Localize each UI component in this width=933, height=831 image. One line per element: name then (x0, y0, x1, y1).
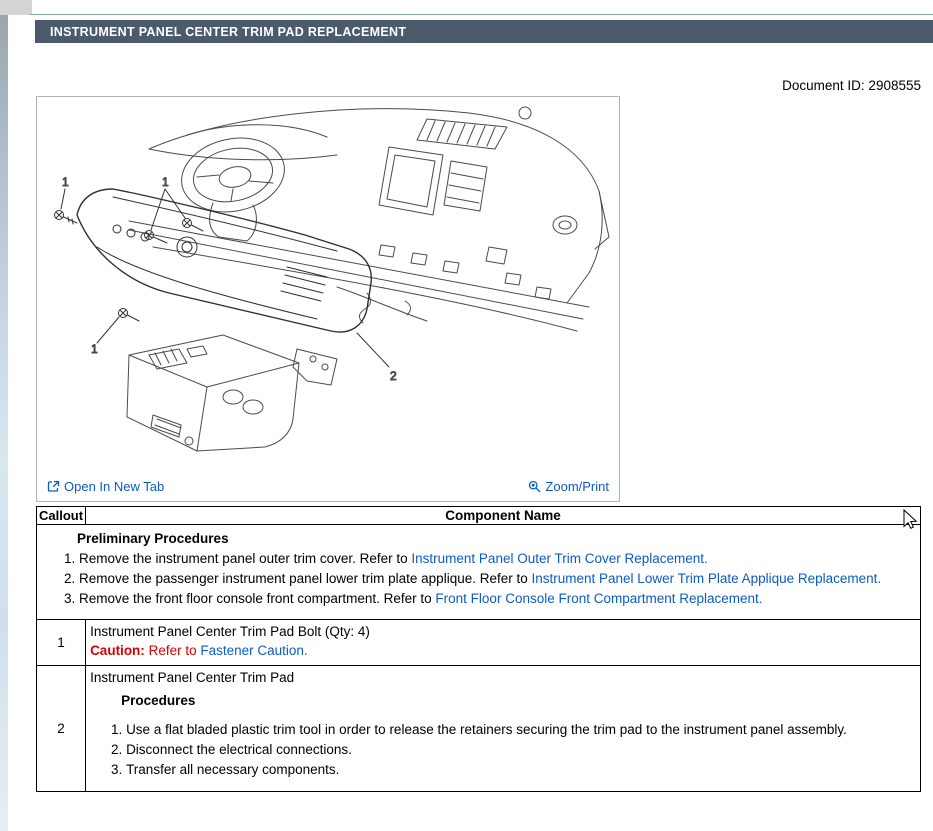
step-text: Remove the instrument panel outer trim c… (79, 551, 411, 566)
open-in-new-tab-icon (47, 480, 60, 493)
step-period: . (877, 571, 881, 586)
callout-labels: 1 1 1 2 (62, 175, 397, 383)
preliminary-row: Preliminary Procedures Remove the instru… (37, 525, 921, 620)
step-period: . (704, 551, 708, 566)
ref-link-lower-trim-plate-applique[interactable]: Instrument Panel Lower Trim Plate Appliq… (532, 571, 878, 586)
zoom-print-icon (528, 480, 541, 493)
callout-label-1a: 1 (62, 175, 69, 189)
procedures-title: Procedures (121, 693, 914, 708)
preliminary-step-3: Remove the front floor console front com… (79, 589, 912, 609)
preliminary-steps-list: Remove the instrument panel outer trim c… (45, 549, 912, 609)
callout-label-1c: 1 (91, 342, 98, 356)
title-bar: INSTRUMENT PANEL CENTER TRIM PAD REPLACE… (35, 20, 933, 43)
callout-column-header: Callout (37, 507, 86, 525)
bolt-icons (55, 211, 204, 322)
procedure-step-1: Use a flat bladed plastic trim tool in o… (126, 720, 914, 740)
callout-number-1: 1 (37, 620, 86, 666)
preliminary-step-2: Remove the passenger instrument panel lo… (79, 569, 912, 589)
caution-text: Refer to (145, 643, 201, 658)
document-id: Document ID: 2908555 (782, 78, 921, 93)
floor-console (127, 335, 337, 451)
window-edge (0, 0, 8, 831)
open-in-new-tab-label: Open In New Tab (64, 479, 164, 494)
procedures-steps-list: Use a flat bladed plastic trim tool in o… (90, 720, 914, 780)
page-title: INSTRUMENT PANEL CENTER TRIM PAD REPLACE… (50, 25, 406, 39)
step-text: Remove the passenger instrument panel lo… (79, 571, 532, 586)
figure-link-bar: Open In New Tab Zoom/Print (37, 475, 619, 501)
figure-panel: 1 1 1 2 Open In New Tab (36, 96, 620, 502)
component-row-1: 1 Instrument Panel Center Trim Pad Bolt … (37, 620, 921, 666)
dashboard-outline (149, 109, 609, 303)
component-name-trim-pad: Instrument Panel Center Trim Pad (90, 668, 914, 687)
top-divider (30, 14, 933, 15)
procedure-step-3: Transfer all necessary components. (126, 760, 914, 780)
step-text: Remove the front floor console front com… (79, 591, 435, 606)
center-stack-screen (379, 147, 577, 234)
window-corner (0, 0, 32, 15)
ref-link-outer-trim-cover[interactable]: Instrument Panel Outer Trim Cover Replac… (411, 551, 704, 566)
zoom-print-link[interactable]: Zoom/Print (528, 479, 609, 494)
ref-link-front-floor-console-compartment[interactable]: Front Floor Console Front Compartment Re… (435, 591, 758, 606)
callout-label-1b: 1 (162, 175, 169, 189)
service-manual-page: INSTRUMENT PANEL CENTER TRIM PAD REPLACE… (0, 0, 933, 831)
callout-table: Callout Component Name Preliminary Proce… (36, 506, 921, 792)
caution-period: . (304, 643, 308, 658)
procedure-step-2: Disconnect the electrical connections. (126, 740, 914, 760)
figure-canvas[interactable]: 1 1 1 2 (37, 97, 619, 475)
callout-leaders (61, 189, 389, 367)
preliminary-procedures-title: Preliminary Procedures (77, 531, 912, 546)
callout-number-2: 2 (37, 666, 86, 792)
component-row-2: 2 Instrument Panel Center Trim Pad Proce… (37, 666, 921, 792)
step-period: . (759, 591, 763, 606)
callout-label-2: 2 (390, 369, 397, 383)
component-name-bolt: Instrument Panel Center Trim Pad Bolt (Q… (90, 622, 914, 641)
table-header-row: Callout Component Name (37, 507, 921, 525)
caution-line: Caution: Refer to Fastener Caution. (90, 641, 914, 660)
ref-link-fastener-caution[interactable]: Fastener Caution (200, 643, 304, 658)
caution-label: Caution: (90, 643, 145, 658)
zoom-print-label: Zoom/Print (545, 479, 609, 494)
dash-substructure (129, 221, 589, 331)
instrument-panel-illustration: 1 1 1 2 (37, 97, 619, 471)
open-in-new-tab-link[interactable]: Open In New Tab (47, 479, 164, 494)
preliminary-step-1: Remove the instrument panel outer trim c… (79, 549, 912, 569)
component-name-column-header: Component Name (86, 507, 921, 525)
